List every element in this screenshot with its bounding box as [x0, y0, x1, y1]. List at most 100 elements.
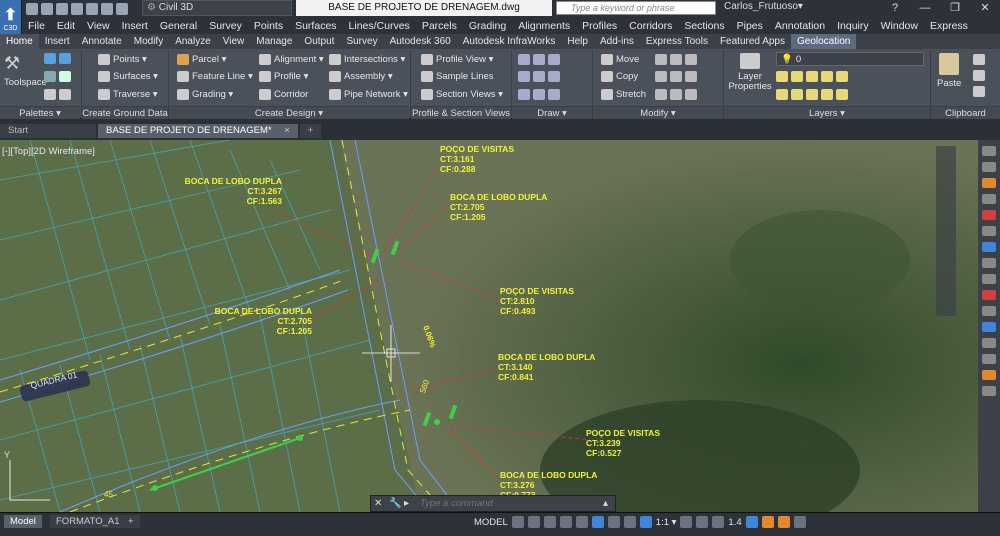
print-icon[interactable]	[86, 2, 98, 15]
menu-corridors[interactable]: Corridors	[623, 20, 678, 32]
menu-express[interactable]: Express	[924, 20, 974, 32]
plus-icon[interactable]	[696, 516, 709, 528]
new-tab-button[interactable]: +	[299, 124, 322, 138]
rectangle-icon[interactable]	[548, 71, 560, 82]
tool-icon[interactable]	[982, 162, 996, 172]
surfaces-button[interactable]: Surfaces ▾	[98, 71, 158, 82]
erase-icon[interactable]	[685, 54, 697, 65]
start-tab[interactable]: Start	[0, 124, 96, 138]
tool-icon[interactable]	[982, 322, 996, 332]
points-button[interactable]: Points ▾	[98, 54, 147, 65]
polyline-icon[interactable]	[518, 71, 530, 82]
tab-output[interactable]: Output	[298, 34, 340, 49]
menu-sections[interactable]: Sections	[678, 20, 730, 32]
profile-view-button[interactable]: Profile View ▾	[421, 54, 493, 65]
tool-icon[interactable]	[982, 354, 996, 364]
menu-insert[interactable]: Insert	[116, 20, 154, 32]
lineweight-icon[interactable]	[607, 516, 620, 528]
tool-icon[interactable]	[982, 338, 996, 348]
clean-screen-icon[interactable]	[777, 516, 790, 528]
layer-icon[interactable]	[59, 89, 71, 100]
layer-tool-icon[interactable]	[791, 71, 803, 82]
sample-lines-button[interactable]: Sample Lines	[421, 71, 494, 82]
drawing-tab[interactable]: BASE DE PROJETO DE DRENAGEM* ×	[98, 124, 298, 138]
command-input[interactable]	[420, 497, 600, 510]
new-icon[interactable]	[26, 2, 38, 15]
tab-autodesk-infraworks[interactable]: Autodesk InfraWorks	[457, 34, 562, 49]
properties-icon[interactable]	[44, 89, 56, 100]
model-space-label[interactable]: MODEL	[474, 517, 508, 528]
ortho-icon[interactable]	[543, 516, 556, 528]
redo-icon[interactable]	[116, 2, 128, 15]
polar-icon[interactable]	[559, 516, 572, 528]
tab-autodesk-360[interactable]: Autodesk 360	[384, 34, 457, 49]
scale-select[interactable]: 1:1 ▾	[656, 517, 677, 528]
osnap-icon[interactable]	[575, 516, 588, 528]
match-properties-icon[interactable]	[973, 86, 985, 97]
profile-button[interactable]: Profile ▾	[259, 71, 308, 82]
help-button[interactable]: ?	[880, 0, 910, 16]
toolspace-button[interactable]: ⚒ Toolspace	[4, 53, 47, 88]
rotate-icon[interactable]	[655, 54, 667, 65]
menu-points[interactable]: Points	[248, 20, 289, 32]
tab-help[interactable]: Help	[561, 34, 594, 49]
tab-annotate[interactable]: Annotate	[76, 34, 128, 49]
line-icon[interactable]	[518, 54, 530, 65]
fillet-icon[interactable]	[670, 71, 682, 82]
menu-surfaces[interactable]: Surfaces	[289, 20, 342, 32]
tab-modify[interactable]: Modify	[128, 34, 169, 49]
menu-annotation[interactable]: Annotation	[769, 20, 831, 32]
palettes-title[interactable]: Palettes ▾	[0, 106, 80, 119]
parcel-button[interactable]: Parcel ▾	[177, 54, 226, 65]
tool-icon[interactable]	[982, 386, 996, 396]
settings-icon[interactable]	[680, 516, 693, 528]
isolate-icon[interactable]	[745, 516, 758, 528]
menu-general[interactable]: General	[154, 20, 203, 32]
paste-button[interactable]: Paste	[937, 53, 961, 89]
alignment-button[interactable]: Alignment ▾	[259, 54, 324, 65]
survey-icon[interactable]	[44, 71, 56, 82]
layers-title[interactable]: Layers ▾	[724, 106, 930, 119]
explode-icon[interactable]	[685, 71, 697, 82]
snap-icon[interactable]	[527, 516, 540, 528]
section-views-button[interactable]: Section Views ▾	[421, 89, 503, 100]
wrench-icon[interactable]: 🔧	[389, 498, 401, 510]
pipe-network-button[interactable]: Pipe Network ▾	[329, 89, 408, 100]
tool-icon[interactable]	[982, 178, 996, 188]
tab-insert[interactable]: Insert	[39, 34, 76, 49]
tool-icon[interactable]	[982, 194, 996, 204]
draw-title[interactable]: Draw ▾	[512, 106, 592, 119]
tab-add-ins[interactable]: Add-ins	[594, 34, 640, 49]
menu-lines-curves[interactable]: Lines/Curves	[343, 20, 416, 32]
menu-edit[interactable]: Edit	[51, 20, 81, 32]
menu-survey[interactable]: Survey	[203, 20, 248, 32]
tool-icon[interactable]	[982, 258, 996, 268]
circle-icon[interactable]	[533, 54, 545, 65]
copy-button[interactable]: Copy	[601, 71, 638, 82]
stretch-button[interactable]: Stretch	[601, 89, 646, 100]
trim-icon[interactable]	[670, 54, 682, 65]
viewport-controls[interactable]: [-][Top][2D Wireframe]	[2, 146, 95, 157]
otrack-icon[interactable]	[591, 516, 604, 528]
tool-icon[interactable]	[982, 274, 996, 284]
move-button[interactable]: Move	[601, 54, 639, 65]
corridor-button[interactable]: Corridor	[259, 89, 308, 100]
tab-featured-apps[interactable]: Featured Apps	[714, 34, 791, 49]
chevron-up-icon[interactable]: ▴	[603, 498, 615, 510]
assembly-button[interactable]: Assembly ▾	[329, 71, 393, 82]
workspace-select[interactable]: Civil 3D	[142, 0, 292, 16]
tool-icon[interactable]	[982, 242, 996, 252]
menu-file[interactable]: File	[22, 20, 51, 32]
saveas-icon[interactable]	[71, 2, 83, 15]
model-tab[interactable]: Model	[4, 515, 42, 528]
toolbox-icon[interactable]	[59, 71, 71, 82]
minimize-icon[interactable]: —	[910, 0, 940, 16]
mirror-icon[interactable]	[655, 71, 667, 82]
annotation-icon[interactable]	[639, 516, 652, 528]
undo-icon[interactable]	[101, 2, 113, 15]
intersections-button[interactable]: Intersections ▾	[329, 54, 405, 65]
user-account[interactable]: Carlos_Frutuoso▾	[724, 1, 803, 12]
layer-tool-icon[interactable]	[776, 89, 788, 100]
palette-icons[interactable]	[44, 53, 71, 64]
menu-view[interactable]: View	[81, 20, 116, 32]
